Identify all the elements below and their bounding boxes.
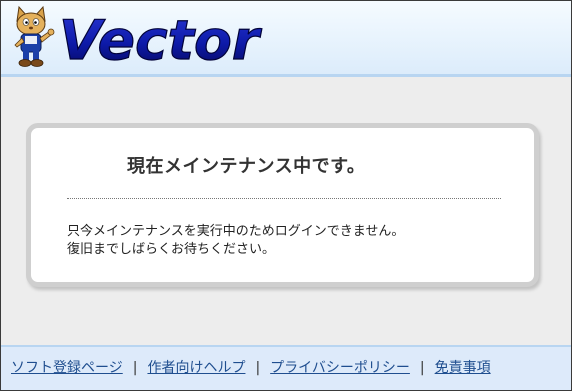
footer-separator: | <box>132 360 138 376</box>
site-footer: ソフト登録ページ | 作者向けヘルプ | プライバシーポリシー | 免責事項 <box>1 345 571 390</box>
dotted-divider <box>67 198 501 199</box>
footer-link-privacy-policy[interactable]: プライバシーポリシー <box>270 360 410 376</box>
footer-nav: ソフト登録ページ | 作者向けヘルプ | プライバシーポリシー | 免責事項 <box>11 357 491 377</box>
footer-link-author-help[interactable]: 作者向けヘルプ <box>147 360 245 376</box>
cat-mascot-icon <box>14 5 55 67</box>
page-frame: Vector 現在メインテナンス中です。 只今メインテナンスを実行中のためログイ… <box>0 0 572 391</box>
footer-link-disclaimer[interactable]: 免責事項 <box>435 360 491 376</box>
notice-message-line-1: 只今メインテナンスを実行中のためログインできません。 <box>67 224 405 239</box>
maintenance-notice-card: 現在メインテナンス中です。 只今メインテナンスを実行中のためログインできません。… <box>26 123 539 287</box>
notice-title: 現在メインテナンス中です。 <box>127 156 366 177</box>
notice-message-line-2: 復旧までしばらくお待ちください。 <box>67 242 276 257</box>
footer-separator: | <box>255 360 261 376</box>
footer-link-software-registration[interactable]: ソフト登録ページ <box>11 360 123 376</box>
vector-logo[interactable]: Vector <box>59 9 264 67</box>
svg-text:Vector: Vector <box>59 9 262 67</box>
notice-message: 只今メインテナンスを実行中のためログインできません。 復旧までしばらくお待ちくだ… <box>67 223 404 259</box>
site-header: Vector <box>1 1 571 77</box>
footer-separator: | <box>419 360 425 376</box>
